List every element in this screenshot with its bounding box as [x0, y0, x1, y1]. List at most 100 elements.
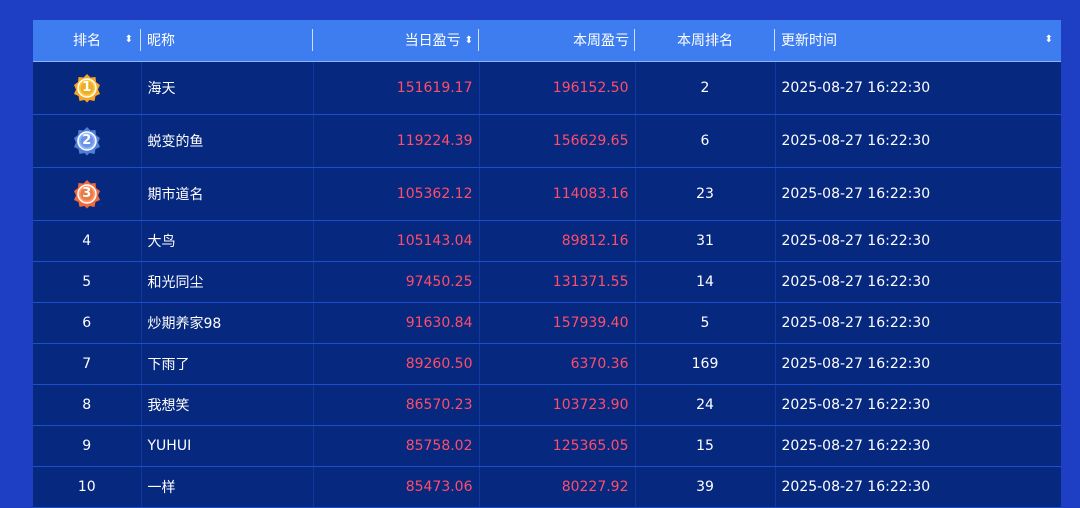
weekly-rank-cell: 23: [635, 167, 776, 221]
updated-at-cell: 2025-08-27 16:22:30: [775, 302, 1061, 344]
weekly-pnl-cell: 6370.36: [479, 343, 636, 385]
daily-pnl-cell: 89260.50: [313, 343, 480, 385]
table-row[interactable]: 8 我想笑 86570.23 103723.90 24 2025-08-27 16:22:…: [33, 384, 1061, 426]
table-row[interactable]: 2 蜕变的鱼 119224.39 156629.65 6 2025-08-27 16:22…: [33, 114, 1061, 168]
nickname-cell: 和光同尘: [141, 261, 314, 303]
column-header-rank-label: 排名: [73, 33, 101, 50]
rank-cell: 8: [33, 384, 142, 426]
table-row[interactable]: 1 海天 151619.17 196152.50 2 2025-08-27 16:22:3…: [33, 61, 1061, 115]
rank-cell: 5: [33, 261, 142, 303]
weekly-rank-cell: 24: [635, 384, 776, 426]
column-header-daily-pnl[interactable]: 当日盈亏 ⬍: [313, 20, 479, 62]
weekly-rank-cell: 15: [635, 425, 776, 467]
table-row[interactable]: 3 期市道名 105362.12 114083.16 23 2025-08-27 16:2…: [33, 167, 1061, 221]
column-header-weekly-pnl-label: 本周盈亏: [573, 33, 629, 50]
updated-at-cell: 2025-08-27 16:22:30: [775, 114, 1061, 168]
weekly-rank-cell: 5: [635, 302, 776, 344]
weekly-pnl-cell: 114083.16: [479, 167, 636, 221]
daily-pnl-cell: 151619.17: [313, 61, 480, 115]
rank-number: 1: [82, 79, 92, 95]
nickname-cell: 一样: [141, 466, 314, 508]
rank-number: 6: [82, 314, 92, 331]
weekly-rank-cell: 39: [635, 466, 776, 508]
medal-badge: 1: [72, 73, 102, 103]
updated-at-cell: 2025-08-27 16:22:30: [775, 466, 1061, 508]
rank-number: 10: [77, 478, 96, 495]
table-row[interactable]: 5 和光同尘 97450.25 131371.55 14 2025-08-27 16:22…: [33, 261, 1061, 303]
sort-icon[interactable]: ⬍: [125, 35, 133, 45]
weekly-pnl-cell: 125365.05: [479, 425, 636, 467]
nickname-cell: 蜕变的鱼: [141, 114, 314, 168]
weekly-rank-cell: 14: [635, 261, 776, 303]
nickname-cell: 大鸟: [141, 220, 314, 262]
weekly-rank-cell: 31: [635, 220, 776, 262]
nickname-cell: 海天: [141, 61, 314, 115]
rank-number: 3: [82, 185, 92, 201]
column-header-weekly-rank: 本周排名: [635, 20, 775, 62]
daily-pnl-cell: 85473.06: [313, 466, 480, 508]
weekly-pnl-cell: 157939.40: [479, 302, 636, 344]
daily-pnl-cell: 105143.04: [313, 220, 480, 262]
table-body: 1 海天 151619.17 196152.50 2 2025-08-27 16:22:3…: [33, 61, 1061, 508]
updated-at-cell: 2025-08-27 16:22:30: [775, 384, 1061, 426]
weekly-pnl-cell: 89812.16: [479, 220, 636, 262]
nickname-cell: 我想笑: [141, 384, 314, 426]
table-row[interactable]: 7 下雨了 89260.50 6370.36 169 2025-08-27 16:22:3…: [33, 343, 1061, 385]
rank-number: 4: [82, 232, 92, 249]
sort-icon[interactable]: ⬍: [465, 36, 473, 46]
updated-at-cell: 2025-08-27 16:22:30: [775, 425, 1061, 467]
column-header-updated-at-label: 更新时间: [781, 33, 837, 50]
rank-cell: 2: [33, 114, 142, 168]
rank-cell: 4: [33, 220, 142, 262]
weekly-pnl-cell: 103723.90: [479, 384, 636, 426]
medal-badge: 2: [72, 126, 102, 156]
daily-pnl-cell: 119224.39: [313, 114, 480, 168]
updated-at-cell: 2025-08-27 16:22:30: [775, 261, 1061, 303]
daily-pnl-cell: 105362.12: [313, 167, 480, 221]
updated-at-cell: 2025-08-27 16:22:30: [775, 343, 1061, 385]
weekly-rank-cell: 6: [635, 114, 776, 168]
rank-number: 8: [82, 396, 92, 413]
nickname-cell: 炒期养家98: [141, 302, 314, 344]
daily-pnl-cell: 97450.25: [313, 261, 480, 303]
weekly-rank-cell: 2: [635, 61, 776, 115]
rank-number: 9: [82, 437, 92, 454]
weekly-pnl-cell: 156629.65: [479, 114, 636, 168]
table-header-row: 排名 ⬍ 昵称 当日盈亏 ⬍ 本周盈亏 本周排名 更新时间 ⬍: [33, 20, 1061, 62]
table-row[interactable]: 9 YUHUI 85758.02 125365.05 15 2025-08-27 16:2…: [33, 425, 1061, 467]
rank-number: 5: [82, 273, 92, 290]
weekly-rank-cell: 169: [635, 343, 776, 385]
rank-number: 2: [82, 132, 92, 148]
nickname-cell: 期市道名: [141, 167, 314, 221]
column-header-nickname-label: 昵称: [147, 33, 175, 50]
table-row[interactable]: 10 一样 85473.06 80227.92 39 2025-08-27 16:22:3…: [33, 466, 1061, 508]
rank-cell: 3: [33, 167, 142, 221]
weekly-pnl-cell: 131371.55: [479, 261, 636, 303]
updated-at-cell: 2025-08-27 16:22:30: [775, 61, 1061, 115]
daily-pnl-cell: 91630.84: [313, 302, 480, 344]
medal-badge: 3: [72, 179, 102, 209]
rank-cell: 10: [33, 466, 142, 508]
table-row[interactable]: 6 炒期养家98 91630.84 157939.40 5 2025-08-27 16:2…: [33, 302, 1061, 344]
updated-at-cell: 2025-08-27 16:22:30: [775, 167, 1061, 221]
leaderboard-table: 排名 ⬍ 昵称 当日盈亏 ⬍ 本周盈亏 本周排名 更新时间 ⬍ 1 海天 151…: [33, 20, 1061, 508]
column-header-weekly-rank-label: 本周排名: [677, 33, 733, 50]
nickname-cell: YUHUI: [141, 425, 314, 467]
sort-icon[interactable]: ⬍: [1045, 35, 1053, 45]
column-header-nickname: 昵称: [141, 20, 313, 62]
weekly-pnl-cell: 80227.92: [479, 466, 636, 508]
daily-pnl-cell: 86570.23: [313, 384, 480, 426]
updated-at-cell: 2025-08-27 16:22:30: [775, 220, 1061, 262]
nickname-cell: 下雨了: [141, 343, 314, 385]
rank-number: 7: [82, 355, 92, 372]
weekly-pnl-cell: 196152.50: [479, 61, 636, 115]
rank-cell: 1: [33, 61, 142, 115]
daily-pnl-cell: 85758.02: [313, 425, 480, 467]
table-row[interactable]: 4 大鸟 105143.04 89812.16 31 2025-08-27 16:22:3…: [33, 220, 1061, 262]
rank-cell: 6: [33, 302, 142, 344]
leaderboard-table-container: 排名 ⬍ 昵称 当日盈亏 ⬍ 本周盈亏 本周排名 更新时间 ⬍ 1 海天 151…: [33, 20, 1061, 508]
column-header-updated-at[interactable]: 更新时间 ⬍: [775, 20, 1061, 62]
rank-cell: 9: [33, 425, 142, 467]
column-header-rank[interactable]: 排名 ⬍: [33, 20, 141, 62]
rank-cell: 7: [33, 343, 142, 385]
